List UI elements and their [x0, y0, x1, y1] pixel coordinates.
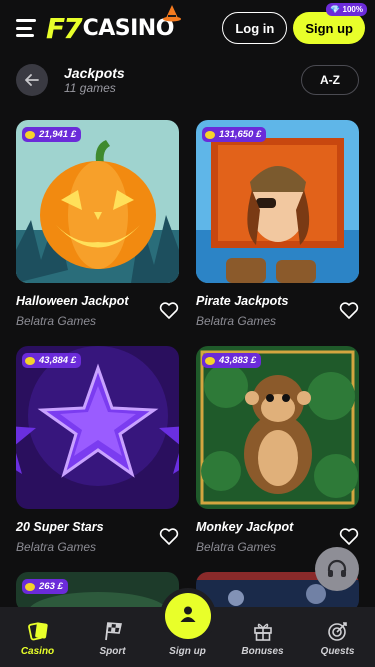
nav-casino-label: Casino: [20, 646, 55, 657]
games-count: 11 games: [64, 81, 116, 95]
quest-icon: [327, 622, 347, 641]
game-provider: Belatra Games: [16, 540, 97, 554]
stars-image: [16, 346, 179, 509]
headset-icon: [327, 559, 347, 577]
monkey-image: [196, 346, 359, 509]
favorite-heart-icon[interactable]: [339, 528, 359, 546]
jackpot-badge: 21,941 £: [22, 127, 81, 142]
casino-logo[interactable]: F7 CASINO: [46, 4, 181, 45]
nav-signup[interactable]: Sign up: [150, 593, 225, 667]
game-thumbnail-halloween-jackpot[interactable]: 21,941 £: [16, 120, 179, 283]
nav-sport[interactable]: Sport: [75, 607, 150, 667]
jackpot-badge: 43,884 £: [22, 353, 81, 368]
game-title: 20 Super Stars: [16, 520, 104, 534]
game-provider: Belatra Games: [16, 314, 97, 328]
arrow-left-icon: [25, 74, 39, 86]
back-button[interactable]: [16, 64, 48, 96]
nav-sport-label: Sport: [99, 646, 126, 657]
pirate-image: [196, 120, 359, 283]
nav-quests[interactable]: Quests: [300, 607, 375, 667]
nav-bonuses-label: Bonuses: [241, 646, 284, 657]
checkered-flag-icon: [104, 622, 122, 641]
logo-prefix: F7: [46, 11, 83, 45]
game-card[interactable]: 263 £: [16, 572, 179, 612]
witch-hat-icon: [162, 4, 181, 21]
login-button[interactable]: Log in: [222, 12, 288, 44]
jackpot-badge: 43,883 £: [202, 353, 261, 368]
game-thumbnail-20-super-stars[interactable]: 43,884 £: [16, 346, 179, 509]
nav-signup-label: Sign up: [169, 646, 206, 657]
signup-button[interactable]: Sign up 💎 100%: [293, 3, 367, 44]
nav-bonuses[interactable]: Bonuses: [225, 607, 300, 667]
gift-icon: [253, 623, 272, 641]
game-title: Halloween Jackpot: [16, 294, 129, 308]
nav-casino[interactable]: Casino: [0, 607, 75, 667]
sort-az-button[interactable]: A-Z: [301, 65, 359, 95]
page-title: Jackpots: [64, 65, 125, 81]
logo-name: CASINO: [82, 15, 175, 41]
game-card[interactable]: 21,941 £ Halloween Jackpot Belatra Games: [16, 120, 179, 328]
favorite-heart-icon[interactable]: [159, 528, 179, 546]
jackpot-amount: 21,941 £: [39, 129, 76, 140]
page-title-bar: Jackpots 11 games A-Z: [16, 64, 359, 96]
coin-icon: [25, 356, 35, 365]
menu-icon[interactable]: [16, 19, 38, 37]
game-provider: Belatra Games: [196, 540, 277, 554]
coin-icon: [205, 356, 215, 365]
game-provider: Belatra Games: [196, 314, 277, 328]
signup-circle[interactable]: [164, 593, 211, 639]
nav-quests-label: Quests: [320, 646, 355, 657]
coin-icon: [205, 130, 215, 139]
top-header: F7 CASINO Log in Sign up 💎 100%: [0, 0, 375, 56]
support-button[interactable]: [315, 547, 359, 591]
game-title: Monkey Jackpot: [196, 520, 294, 534]
signup-button-label: Sign up: [305, 20, 353, 36]
jackpot-badge: 131,650 £: [202, 127, 267, 142]
jackpot-amount: 43,884 £: [39, 355, 76, 366]
game-thumbnail-monkey-jackpot[interactable]: 43,883 £: [196, 346, 359, 509]
bottom-navigation: Casino Sport Sign up Bonuses Quests: [0, 593, 375, 667]
jackpot-amount: 131,650 £: [219, 129, 262, 140]
game-thumbnail-partial[interactable]: 263 £: [16, 572, 179, 612]
game-card[interactable]: 43,883 £ Monkey Jackpot Belatra Games: [196, 346, 359, 554]
coin-icon: [25, 582, 35, 591]
favorite-heart-icon[interactable]: [339, 302, 359, 320]
game-thumbnail-pirate-jackpots[interactable]: 131,650 £: [196, 120, 359, 283]
game-title: Pirate Jackpots: [196, 294, 289, 308]
jackpot-badge: 263 £: [22, 579, 68, 594]
casino-icon: [27, 622, 48, 641]
user-icon: [180, 606, 195, 622]
game-card[interactable]: 131,650 £ Pirate Jackpots Belatra Games: [196, 120, 359, 328]
bonus-badge: 💎 100%: [326, 3, 367, 16]
pumpkin-image: [16, 120, 179, 283]
jackpot-amount: 43,883 £: [219, 355, 256, 366]
favorite-heart-icon[interactable]: [159, 302, 179, 320]
jackpot-amount: 263 £: [39, 581, 63, 592]
coin-icon: [25, 130, 35, 139]
game-card[interactable]: 43,884 £ 20 Super Stars Belatra Games: [16, 346, 179, 554]
